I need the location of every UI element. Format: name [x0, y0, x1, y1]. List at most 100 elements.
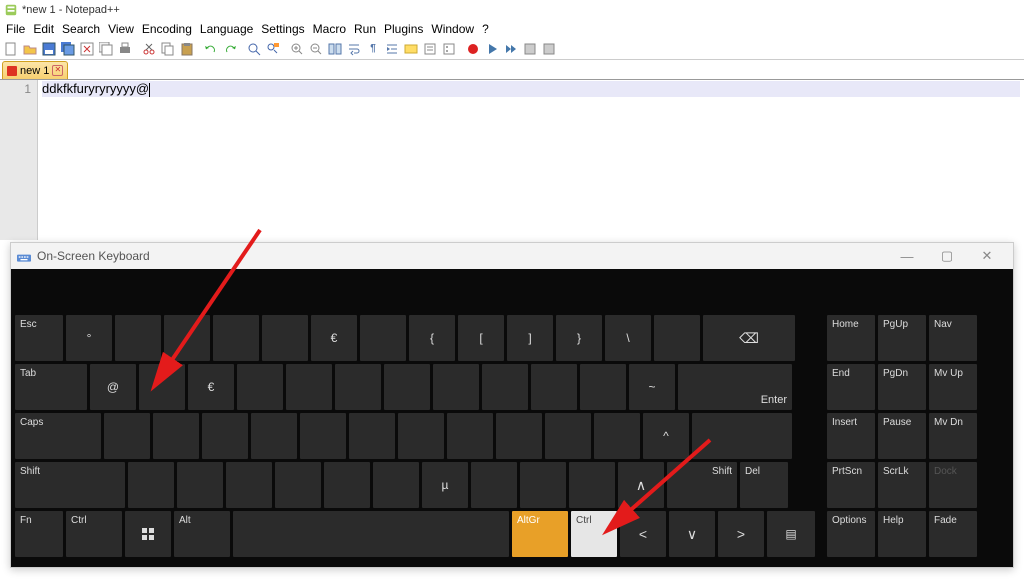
- tb-indent-icon[interactable]: [383, 40, 401, 58]
- menu-file[interactable]: File: [2, 22, 29, 36]
- tb-sync-icon[interactable]: [326, 40, 344, 58]
- file-tab[interactable]: new 1 ✕: [2, 61, 68, 79]
- close-button[interactable]: ✕: [967, 243, 1007, 269]
- key-blank[interactable]: [226, 462, 272, 508]
- key-blank[interactable]: [569, 462, 615, 508]
- tb-closeall-icon[interactable]: [97, 40, 115, 58]
- minimize-button[interactable]: —: [887, 243, 927, 269]
- tb-copy-icon[interactable]: [159, 40, 177, 58]
- tb-new-icon[interactable]: [2, 40, 20, 58]
- key-at[interactable]: @: [90, 364, 136, 410]
- menu-settings[interactable]: Settings: [257, 22, 308, 36]
- key-mu[interactable]: µ: [422, 462, 468, 508]
- key-blank[interactable]: [324, 462, 370, 508]
- key-blank[interactable]: [594, 413, 640, 459]
- key-mvdn[interactable]: Mv Dn: [929, 413, 977, 459]
- key-end[interactable]: End: [827, 364, 875, 410]
- key-blank[interactable]: [164, 315, 210, 361]
- menu-macro[interactable]: Macro: [309, 22, 350, 36]
- key-pgup[interactable]: PgUp: [878, 315, 926, 361]
- text-editor[interactable]: ddkfkfuryryryyyy@: [38, 80, 1024, 240]
- key-caps[interactable]: Caps: [15, 413, 101, 459]
- key-enter[interactable]: Enter: [678, 364, 792, 410]
- key-backspace[interactable]: ⌫: [703, 315, 795, 361]
- tab-close-icon[interactable]: ✕: [52, 65, 63, 76]
- key-tilde[interactable]: ~: [629, 364, 675, 410]
- key-alt[interactable]: Alt: [174, 511, 230, 557]
- menu-search[interactable]: Search: [58, 22, 104, 36]
- tb-playfast-icon[interactable]: [502, 40, 520, 58]
- tb-replace-icon[interactable]: [264, 40, 282, 58]
- key-blank[interactable]: [654, 315, 700, 361]
- menu-run[interactable]: Run: [350, 22, 380, 36]
- key-prtscn[interactable]: PrtScn: [827, 462, 875, 508]
- tb-playmulti-icon[interactable]: [540, 40, 558, 58]
- tb-savemacro-icon[interactable]: [521, 40, 539, 58]
- key-tab[interactable]: Tab: [15, 364, 87, 410]
- tb-save-icon[interactable]: [40, 40, 58, 58]
- key-shift-right[interactable]: Shift: [667, 462, 737, 508]
- key-nav[interactable]: Nav: [929, 315, 977, 361]
- key-blank[interactable]: [115, 315, 161, 361]
- key-pause[interactable]: Pause: [878, 413, 926, 459]
- tb-saveall-icon[interactable]: [59, 40, 77, 58]
- key-blank[interactable]: [213, 315, 259, 361]
- key-win[interactable]: [125, 511, 171, 557]
- tb-print-icon[interactable]: [116, 40, 134, 58]
- key-blank[interactable]: [531, 364, 577, 410]
- key-blank[interactable]: [545, 413, 591, 459]
- tb-play-icon[interactable]: [483, 40, 501, 58]
- tb-open-icon[interactable]: [21, 40, 39, 58]
- menu-language[interactable]: Language: [196, 22, 257, 36]
- key-blank[interactable]: [153, 413, 199, 459]
- key-blank[interactable]: [580, 364, 626, 410]
- key-blank[interactable]: [482, 364, 528, 410]
- key-euro2[interactable]: €: [188, 364, 234, 410]
- key-rbrack[interactable]: ]: [507, 315, 553, 361]
- key-insert[interactable]: Insert: [827, 413, 875, 459]
- key-blank[interactable]: [300, 413, 346, 459]
- menu-edit[interactable]: Edit: [29, 22, 58, 36]
- tb-record-icon[interactable]: [464, 40, 482, 58]
- key-blank[interactable]: [286, 364, 332, 410]
- menu-help[interactable]: ?: [478, 22, 493, 36]
- key-mvup[interactable]: Mv Up: [929, 364, 977, 410]
- key-blank[interactable]: [237, 364, 283, 410]
- key-blank[interactable]: [496, 413, 542, 459]
- key-blank[interactable]: [139, 364, 185, 410]
- key-fn[interactable]: Fn: [15, 511, 63, 557]
- key-blank[interactable]: °: [66, 315, 112, 361]
- key-dock[interactable]: Dock: [929, 462, 977, 508]
- key-home[interactable]: Home: [827, 315, 875, 361]
- key-pgdn[interactable]: PgDn: [878, 364, 926, 410]
- key-lbrace[interactable]: {: [409, 315, 455, 361]
- key-blank[interactable]: [128, 462, 174, 508]
- key-esc[interactable]: Esc: [15, 315, 63, 361]
- key-down[interactable]: ∨: [669, 511, 715, 557]
- key-blank[interactable]: [471, 462, 517, 508]
- key-space[interactable]: [233, 511, 509, 557]
- tb-cut-icon[interactable]: [140, 40, 158, 58]
- key-blank[interactable]: [251, 413, 297, 459]
- key-blank[interactable]: [177, 462, 223, 508]
- key-shift-left[interactable]: Shift: [15, 462, 125, 508]
- key-blank[interactable]: [202, 413, 248, 459]
- key-euro[interactable]: €: [311, 315, 357, 361]
- key-altgr[interactable]: AltGr: [512, 511, 568, 557]
- key-blank[interactable]: [275, 462, 321, 508]
- menu-window[interactable]: Window: [427, 22, 478, 36]
- key-menu[interactable]: ▤: [767, 511, 815, 557]
- key-blank[interactable]: [398, 413, 444, 459]
- tb-redo-icon[interactable]: [221, 40, 239, 58]
- tb-zoomin-icon[interactable]: [288, 40, 306, 58]
- key-del[interactable]: Del: [740, 462, 788, 508]
- key-blank[interactable]: [349, 413, 395, 459]
- tb-lang-icon[interactable]: [402, 40, 420, 58]
- menu-plugins[interactable]: Plugins: [380, 22, 427, 36]
- key-blank[interactable]: [520, 462, 566, 508]
- key-ctrl-left[interactable]: Ctrl: [66, 511, 122, 557]
- key-blank[interactable]: [104, 413, 150, 459]
- key-rbrace[interactable]: }: [556, 315, 602, 361]
- key-ctrl-right[interactable]: Ctrl: [571, 511, 617, 557]
- key-left[interactable]: <: [620, 511, 666, 557]
